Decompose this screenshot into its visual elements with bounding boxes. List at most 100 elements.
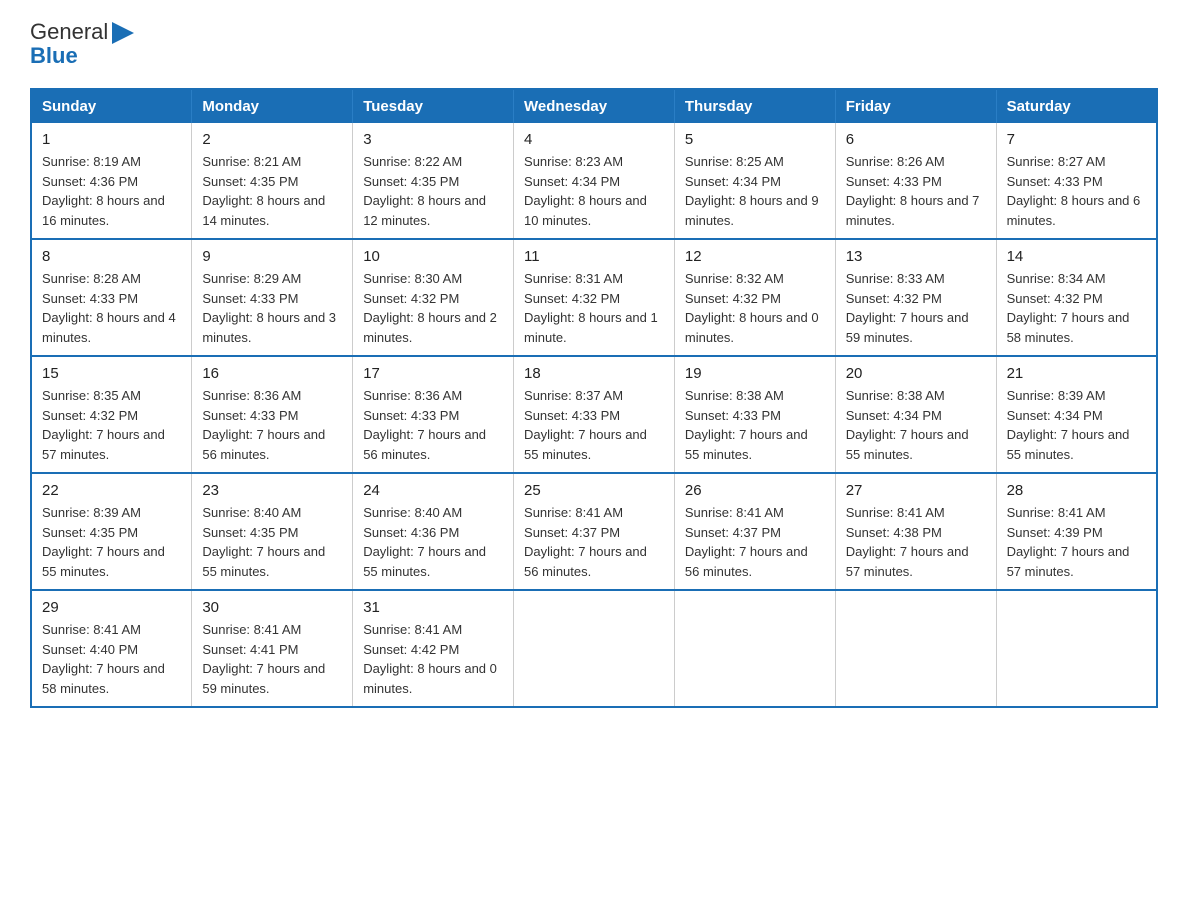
day-number: 12 [685, 248, 825, 265]
calendar-cell: 9 Sunrise: 8:29 AM Sunset: 4:33 PM Dayli… [192, 239, 353, 356]
calendar-cell: 20 Sunrise: 8:38 AM Sunset: 4:34 PM Dayl… [835, 356, 996, 473]
day-number: 2 [202, 131, 342, 148]
day-info: Sunrise: 8:27 AM Sunset: 4:33 PM Dayligh… [1007, 152, 1146, 230]
day-info: Sunrise: 8:41 AM Sunset: 4:42 PM Dayligh… [363, 620, 503, 698]
day-number: 21 [1007, 365, 1146, 382]
day-info: Sunrise: 8:25 AM Sunset: 4:34 PM Dayligh… [685, 152, 825, 230]
day-info: Sunrise: 8:19 AM Sunset: 4:36 PM Dayligh… [42, 152, 181, 230]
header-wednesday: Wednesday [514, 89, 675, 123]
day-number: 7 [1007, 131, 1146, 148]
week-row-4: 22 Sunrise: 8:39 AM Sunset: 4:35 PM Dayl… [31, 473, 1157, 590]
day-number: 19 [685, 365, 825, 382]
calendar-cell: 30 Sunrise: 8:41 AM Sunset: 4:41 PM Dayl… [192, 590, 353, 707]
calendar-cell: 28 Sunrise: 8:41 AM Sunset: 4:39 PM Dayl… [996, 473, 1157, 590]
header-sunday: Sunday [31, 89, 192, 123]
day-number: 29 [42, 599, 181, 616]
day-info: Sunrise: 8:35 AM Sunset: 4:32 PM Dayligh… [42, 386, 181, 464]
day-info: Sunrise: 8:26 AM Sunset: 4:33 PM Dayligh… [846, 152, 986, 230]
day-number: 1 [42, 131, 181, 148]
calendar-cell: 14 Sunrise: 8:34 AM Sunset: 4:32 PM Dayl… [996, 239, 1157, 356]
header-friday: Friday [835, 89, 996, 123]
day-info: Sunrise: 8:41 AM Sunset: 4:40 PM Dayligh… [42, 620, 181, 698]
day-number: 8 [42, 248, 181, 265]
day-info: Sunrise: 8:39 AM Sunset: 4:34 PM Dayligh… [1007, 386, 1146, 464]
week-row-2: 8 Sunrise: 8:28 AM Sunset: 4:33 PM Dayli… [31, 239, 1157, 356]
day-number: 5 [685, 131, 825, 148]
day-number: 15 [42, 365, 181, 382]
day-info: Sunrise: 8:41 AM Sunset: 4:37 PM Dayligh… [685, 503, 825, 581]
day-number: 20 [846, 365, 986, 382]
calendar-header-row: SundayMondayTuesdayWednesdayThursdayFrid… [31, 89, 1157, 123]
week-row-3: 15 Sunrise: 8:35 AM Sunset: 4:32 PM Dayl… [31, 356, 1157, 473]
day-number: 30 [202, 599, 342, 616]
day-info: Sunrise: 8:41 AM Sunset: 4:41 PM Dayligh… [202, 620, 342, 698]
day-info: Sunrise: 8:39 AM Sunset: 4:35 PM Dayligh… [42, 503, 181, 581]
day-number: 14 [1007, 248, 1146, 265]
calendar-cell: 19 Sunrise: 8:38 AM Sunset: 4:33 PM Dayl… [674, 356, 835, 473]
calendar-cell: 11 Sunrise: 8:31 AM Sunset: 4:32 PM Dayl… [514, 239, 675, 356]
calendar-cell: 16 Sunrise: 8:36 AM Sunset: 4:33 PM Dayl… [192, 356, 353, 473]
day-number: 27 [846, 482, 986, 499]
calendar-cell: 5 Sunrise: 8:25 AM Sunset: 4:34 PM Dayli… [674, 123, 835, 239]
day-number: 31 [363, 599, 503, 616]
calendar-cell: 15 Sunrise: 8:35 AM Sunset: 4:32 PM Dayl… [31, 356, 192, 473]
day-info: Sunrise: 8:30 AM Sunset: 4:32 PM Dayligh… [363, 269, 503, 347]
page-header: General Blue [30, 20, 1158, 68]
calendar-cell: 21 Sunrise: 8:39 AM Sunset: 4:34 PM Dayl… [996, 356, 1157, 473]
header-thursday: Thursday [674, 89, 835, 123]
day-number: 28 [1007, 482, 1146, 499]
day-number: 4 [524, 131, 664, 148]
day-number: 25 [524, 482, 664, 499]
week-row-5: 29 Sunrise: 8:41 AM Sunset: 4:40 PM Dayl… [31, 590, 1157, 707]
day-info: Sunrise: 8:31 AM Sunset: 4:32 PM Dayligh… [524, 269, 664, 347]
day-info: Sunrise: 8:41 AM Sunset: 4:37 PM Dayligh… [524, 503, 664, 581]
day-number: 3 [363, 131, 503, 148]
day-info: Sunrise: 8:41 AM Sunset: 4:39 PM Dayligh… [1007, 503, 1146, 581]
calendar-cell: 13 Sunrise: 8:33 AM Sunset: 4:32 PM Dayl… [835, 239, 996, 356]
calendar-cell: 31 Sunrise: 8:41 AM Sunset: 4:42 PM Dayl… [353, 590, 514, 707]
day-info: Sunrise: 8:21 AM Sunset: 4:35 PM Dayligh… [202, 152, 342, 230]
logo-general-text: General [30, 20, 108, 44]
calendar-cell: 10 Sunrise: 8:30 AM Sunset: 4:32 PM Dayl… [353, 239, 514, 356]
calendar-cell [514, 590, 675, 707]
day-number: 24 [363, 482, 503, 499]
day-info: Sunrise: 8:38 AM Sunset: 4:33 PM Dayligh… [685, 386, 825, 464]
day-number: 16 [202, 365, 342, 382]
day-number: 18 [524, 365, 664, 382]
day-number: 23 [202, 482, 342, 499]
calendar-cell: 22 Sunrise: 8:39 AM Sunset: 4:35 PM Dayl… [31, 473, 192, 590]
calendar-cell: 7 Sunrise: 8:27 AM Sunset: 4:33 PM Dayli… [996, 123, 1157, 239]
calendar-cell: 25 Sunrise: 8:41 AM Sunset: 4:37 PM Dayl… [514, 473, 675, 590]
day-number: 10 [363, 248, 503, 265]
day-number: 13 [846, 248, 986, 265]
calendar-cell [835, 590, 996, 707]
day-number: 9 [202, 248, 342, 265]
header-tuesday: Tuesday [353, 89, 514, 123]
day-info: Sunrise: 8:22 AM Sunset: 4:35 PM Dayligh… [363, 152, 503, 230]
day-number: 22 [42, 482, 181, 499]
calendar-cell: 1 Sunrise: 8:19 AM Sunset: 4:36 PM Dayli… [31, 123, 192, 239]
day-info: Sunrise: 8:40 AM Sunset: 4:35 PM Dayligh… [202, 503, 342, 581]
calendar-cell: 17 Sunrise: 8:36 AM Sunset: 4:33 PM Dayl… [353, 356, 514, 473]
calendar-cell: 24 Sunrise: 8:40 AM Sunset: 4:36 PM Dayl… [353, 473, 514, 590]
day-info: Sunrise: 8:36 AM Sunset: 4:33 PM Dayligh… [202, 386, 342, 464]
calendar-cell: 8 Sunrise: 8:28 AM Sunset: 4:33 PM Dayli… [31, 239, 192, 356]
day-info: Sunrise: 8:38 AM Sunset: 4:34 PM Dayligh… [846, 386, 986, 464]
header-monday: Monday [192, 89, 353, 123]
day-info: Sunrise: 8:33 AM Sunset: 4:32 PM Dayligh… [846, 269, 986, 347]
calendar-cell: 3 Sunrise: 8:22 AM Sunset: 4:35 PM Dayli… [353, 123, 514, 239]
logo-blue-text: Blue [30, 44, 108, 68]
day-info: Sunrise: 8:37 AM Sunset: 4:33 PM Dayligh… [524, 386, 664, 464]
logo-arrow-icon [112, 22, 134, 44]
week-row-1: 1 Sunrise: 8:19 AM Sunset: 4:36 PM Dayli… [31, 123, 1157, 239]
calendar-cell [996, 590, 1157, 707]
day-info: Sunrise: 8:41 AM Sunset: 4:38 PM Dayligh… [846, 503, 986, 581]
calendar-cell: 23 Sunrise: 8:40 AM Sunset: 4:35 PM Dayl… [192, 473, 353, 590]
calendar-cell: 2 Sunrise: 8:21 AM Sunset: 4:35 PM Dayli… [192, 123, 353, 239]
day-number: 6 [846, 131, 986, 148]
calendar-cell: 4 Sunrise: 8:23 AM Sunset: 4:34 PM Dayli… [514, 123, 675, 239]
calendar-cell: 12 Sunrise: 8:32 AM Sunset: 4:32 PM Dayl… [674, 239, 835, 356]
day-number: 26 [685, 482, 825, 499]
day-info: Sunrise: 8:29 AM Sunset: 4:33 PM Dayligh… [202, 269, 342, 347]
calendar-cell: 27 Sunrise: 8:41 AM Sunset: 4:38 PM Dayl… [835, 473, 996, 590]
